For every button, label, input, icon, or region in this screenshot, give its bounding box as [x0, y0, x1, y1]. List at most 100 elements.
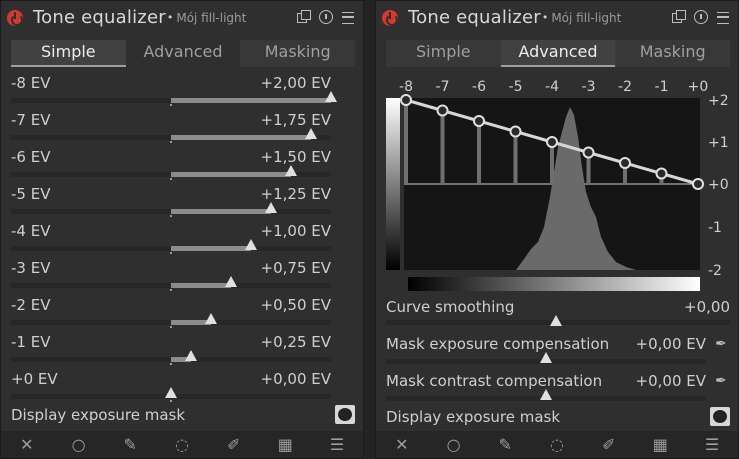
slider-center-tick [170, 141, 172, 143]
close-icon[interactable]: ✕ [18, 435, 36, 454]
x-tick-labels: -8 -7 -6 -5 -4 -3 -2 -1 +0 [399, 79, 708, 95]
vertical-gradient-bar [386, 98, 400, 270]
x-tick-label: -2 [618, 79, 632, 95]
spinner-icon[interactable]: ◌ [173, 435, 191, 454]
mask-contrast-row[interactable]: Mask contrast compensation +0,00 EV ✒ [386, 372, 730, 408]
reset-icon[interactable] [694, 10, 708, 24]
reset-icon[interactable] [319, 10, 333, 24]
mask-exposure-thumb[interactable] [540, 352, 552, 363]
tone-equalizer-panel-simple: Tone equalizer • Mój fill-light Simple A… [0, 0, 364, 459]
checker-icon[interactable]: ▦ [276, 435, 294, 454]
curve-smoothing-row[interactable]: Curve smoothing +0,00 [386, 298, 730, 334]
brush-icon[interactable]: ✐ [225, 435, 243, 454]
x-tick-label: -6 [472, 79, 486, 95]
slider-thumb[interactable] [225, 276, 237, 287]
y-tick-label: +1 [708, 135, 729, 151]
preset-dot: • [541, 11, 549, 24]
display-mask-toggle[interactable] [710, 407, 730, 426]
band-bar [477, 121, 481, 184]
slider-center-tick [170, 400, 172, 402]
slider-fill [171, 172, 291, 177]
tab-masking[interactable]: Masking [615, 40, 731, 67]
tab-simple[interactable]: Simple [11, 40, 126, 67]
curve-node [546, 136, 558, 148]
tab-masking[interactable]: Masking [240, 40, 356, 67]
slider-thumb[interactable] [305, 128, 317, 139]
multi-instance-icon[interactable] [297, 10, 311, 24]
x-tick-label: -4 [545, 79, 559, 95]
power-icon[interactable] [7, 9, 23, 26]
curve-node [400, 94, 412, 106]
ev-band-label: -1 EV [11, 333, 51, 351]
ev-slider-row[interactable]: -7 EV +1,75 EV [11, 111, 331, 147]
ev-slider-row[interactable]: +0 EV +0,00 EV [11, 370, 331, 406]
ev-band-label: -5 EV [11, 185, 51, 203]
ev-slider-row[interactable]: -1 EV +0,25 EV [11, 333, 331, 369]
y-tick-labels: +2 +1 +0 -1 -2 [708, 93, 729, 279]
module-header[interactable]: Tone equalizer • Mój fill-light [376, 1, 738, 34]
menu-icon[interactable]: ☰ [328, 435, 346, 454]
menu-icon[interactable]: ☰ [703, 435, 721, 454]
ev-band-label: -2 EV [11, 296, 51, 314]
slider-fill [171, 135, 311, 140]
pencil-icon[interactable]: ✎ [496, 435, 514, 454]
curve-smoothing-thumb[interactable] [550, 315, 562, 326]
tab-advanced[interactable]: Advanced [126, 40, 241, 67]
close-icon[interactable]: ✕ [393, 435, 411, 454]
ev-slider-row[interactable]: -2 EV +0,50 EV [11, 296, 331, 332]
preset-name: Mój fill-light [176, 10, 247, 25]
slider-thumb[interactable] [285, 165, 297, 176]
power-icon[interactable] [382, 9, 398, 26]
presets-menu-icon[interactable] [716, 10, 730, 24]
curve-node [582, 146, 595, 159]
band-bar [550, 142, 554, 184]
ev-slider-row[interactable]: -3 EV +0,75 EV [11, 259, 331, 295]
ev-slider-row[interactable]: -5 EV +1,25 EV [11, 185, 331, 221]
mask-exposure-row[interactable]: Mask exposure compensation +0,00 EV ✒ [386, 335, 730, 371]
slider-thumb[interactable] [205, 313, 217, 324]
curve-node [619, 157, 631, 169]
slider-center-tick [170, 326, 172, 328]
ev-band-value: +2,00 EV [260, 74, 331, 92]
circle-icon[interactable]: ○ [70, 435, 88, 454]
pencil-icon[interactable]: ✎ [121, 435, 139, 454]
curve-node [692, 178, 704, 190]
footer-toolbar: ✕ ○ ✎ ◌ ✐ ▦ ☰ [376, 431, 738, 458]
ev-slider-row[interactable]: -6 EV +1,50 EV [11, 148, 331, 184]
module-header[interactable]: Tone equalizer • Mój fill-light [1, 1, 363, 34]
tab-advanced[interactable]: Advanced [500, 40, 616, 67]
display-mask-row: Display exposure mask [11, 405, 355, 425]
curve-smoothing-value: +0,00 [684, 298, 730, 316]
slider-center-tick [170, 289, 172, 291]
ev-band-value: +1,00 EV [260, 222, 331, 240]
ev-band-value: +0,75 EV [260, 259, 331, 277]
eyedropper-icon[interactable]: ✒ [712, 335, 730, 353]
slider-thumb[interactable] [185, 350, 197, 361]
slider-thumb[interactable] [165, 387, 177, 398]
ev-slider-row[interactable]: -4 EV +1,00 EV [11, 222, 331, 258]
circle-icon[interactable]: ○ [445, 435, 463, 454]
slider-thumb[interactable] [265, 202, 277, 213]
tone-curve-graph[interactable]: -8 -7 -6 -5 -4 -3 -2 -1 +0 +2 +1 +0 -1 -2 [386, 77, 730, 295]
slider-thumb[interactable] [245, 239, 257, 250]
display-mask-row: Display exposure mask [386, 407, 730, 427]
band-bar [513, 131, 518, 184]
mask-contrast-value: +0,00 EV [635, 372, 706, 390]
slider-thumb[interactable] [325, 91, 337, 102]
eyedropper-icon[interactable]: ✒ [712, 372, 730, 390]
tab-simple[interactable]: Simple [386, 40, 501, 67]
ev-band-value: +1,50 EV [260, 148, 331, 166]
mask-contrast-thumb[interactable] [540, 389, 552, 400]
ev-band-value: +0,25 EV [260, 333, 331, 351]
display-mask-toggle[interactable] [335, 405, 355, 424]
spinner-icon[interactable]: ◌ [548, 435, 566, 454]
brush-icon[interactable]: ✐ [600, 435, 618, 454]
presets-menu-icon[interactable] [341, 10, 355, 24]
slider-fill [171, 246, 251, 251]
ev-slider-row[interactable]: -8 EV +2,00 EV [11, 74, 337, 110]
slider-center-tick [170, 252, 172, 254]
slider-center-tick [170, 104, 172, 106]
multi-instance-icon[interactable] [672, 10, 686, 24]
module-title: Tone equalizer [33, 7, 166, 28]
checker-icon[interactable]: ▦ [651, 435, 669, 454]
